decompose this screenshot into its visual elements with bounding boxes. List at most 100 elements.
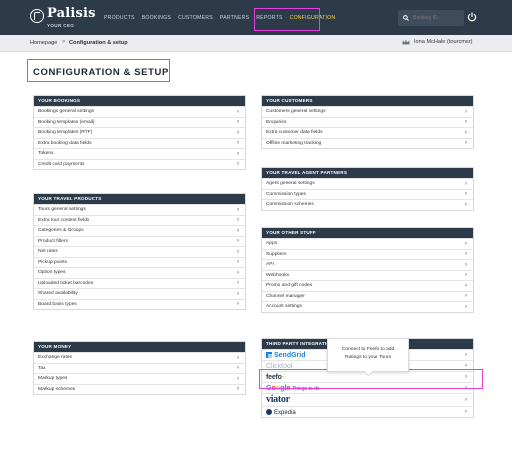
- list-item[interactable]: Apps ›: [262, 238, 473, 249]
- list-item[interactable]: Booking templates (RTF) ›: [34, 127, 245, 138]
- list-item[interactable]: Markup types ›: [34, 373, 245, 384]
- brand-logo[interactable]: Palisis YOUR CEO: [30, 6, 96, 28]
- chevron-right-icon: ›: [236, 300, 239, 307]
- chevron-right-icon: ›: [464, 350, 467, 358]
- chevron-right-icon: ›: [464, 107, 467, 115]
- list-item[interactable]: Commission schemes ›: [262, 199, 473, 210]
- list-item[interactable]: Product filters ›: [34, 235, 245, 247]
- list-item[interactable]: Account settings ›: [262, 301, 473, 312]
- palisis-logo-icon: [30, 9, 44, 23]
- integration-expedia[interactable]: Expedia ›: [262, 406, 473, 417]
- chevron-right-icon: ›: [236, 216, 239, 223]
- list-item[interactable]: Customers general settings ›: [262, 106, 473, 117]
- chevron-right-icon: ›: [464, 239, 467, 247]
- chevron-right-icon: ›: [236, 160, 239, 167]
- chevron-right-icon: ›: [236, 353, 239, 361]
- panel-title: YOUR MONEY: [34, 342, 245, 352]
- list-item[interactable]: Extra tour content fields ›: [34, 214, 245, 226]
- list-item[interactable]: Net rates ›: [34, 246, 245, 257]
- user-crown-icon: [402, 39, 410, 45]
- chevron-right-icon: ›: [236, 128, 239, 136]
- expedia-icon: [266, 408, 272, 415]
- feefo-tooltip: Connect to Feefo to add Ratings to your …: [327, 338, 409, 372]
- breadcrumb-home[interactable]: Homepage: [30, 40, 57, 46]
- panel-your-bookings: YOUR BOOKINGS Bookings general settings ›…: [33, 95, 246, 170]
- integration-viator[interactable]: viator ›: [262, 393, 473, 406]
- breadcrumb-separator: >: [62, 39, 66, 45]
- brand-name: Palisis: [47, 6, 96, 21]
- list-item[interactable]: Markup schemes ›: [34, 383, 245, 395]
- chevron-right-icon: ›: [236, 279, 239, 286]
- list-item[interactable]: Exchange rates ›: [34, 352, 245, 363]
- list-item[interactable]: Option types ›: [34, 267, 245, 278]
- title-highlight: [27, 59, 170, 82]
- nav-bookings[interactable]: BOOKINGS: [142, 15, 171, 21]
- list-item[interactable]: Board basis types ›: [34, 298, 245, 310]
- tooltip-line-2: Ratings to your Tours: [344, 355, 392, 360]
- list-item[interactable]: Categories & Groups ›: [34, 225, 245, 236]
- chevron-right-icon: ›: [236, 237, 239, 244]
- brand-subtitle: YOUR CEO: [47, 23, 75, 28]
- breadcrumb: Homepage > Configuration & setup Iona Mc…: [0, 35, 512, 52]
- list-item[interactable]: Bookings general settings ›: [34, 106, 245, 117]
- chevron-right-icon: ›: [236, 364, 239, 371]
- list-item[interactable]: Commission types ›: [262, 188, 473, 200]
- chevron-right-icon: ›: [236, 374, 239, 382]
- list-item[interactable]: Booking templates (email) ›: [34, 116, 245, 128]
- panel-title: YOUR TRAVEL PRODUCTS: [34, 194, 245, 204]
- chevron-right-icon: ›: [464, 179, 467, 187]
- panel-title: YOUR TRAVEL AGENT PARTNERS: [262, 168, 473, 178]
- list-item[interactable]: Channel manager ›: [262, 290, 473, 302]
- breadcrumb-current: Configuration & setup: [69, 40, 128, 46]
- viator-logo: viator: [266, 394, 290, 405]
- list-item[interactable]: Credit card payments ›: [34, 158, 245, 170]
- chevron-right-icon: ›: [464, 395, 467, 403]
- search-icon: [403, 15, 409, 21]
- list-item[interactable]: Shared availability ›: [34, 288, 245, 299]
- list-item[interactable]: Tours general settings ›: [34, 204, 245, 215]
- chevron-right-icon: ›: [464, 260, 467, 268]
- user-name: Iona McHale (tourcmsr): [414, 39, 473, 45]
- nav-partners[interactable]: PARTNERS: [220, 15, 249, 21]
- list-item[interactable]: Offline marketing tracking ›: [262, 137, 473, 149]
- panel-your-travel-products: YOUR TRAVEL PRODUCTS Tours general setti…: [33, 193, 246, 310]
- chevron-right-icon: ›: [464, 281, 467, 289]
- list-item[interactable]: Promo and gift codes ›: [262, 280, 473, 291]
- chevron-right-icon: ›: [464, 139, 467, 146]
- sendgrid-icon: [266, 351, 272, 358]
- nav-customers[interactable]: CUSTOMERS: [178, 15, 213, 21]
- list-item[interactable]: Enquiries ›: [262, 116, 473, 128]
- list-item[interactable]: Uploaded ticket barcodes ›: [34, 277, 245, 289]
- chevron-right-icon: ›: [236, 289, 239, 297]
- nav-products[interactable]: PRODUCTS: [104, 15, 135, 21]
- sendgrid-logo: SendGrid: [266, 351, 306, 359]
- configuration-highlight: [254, 8, 320, 31]
- booking-search[interactable]: [398, 10, 464, 26]
- user-menu[interactable]: Iona McHale (tourcmsr): [402, 39, 472, 45]
- chevron-right-icon: ›: [236, 139, 239, 146]
- list-item[interactable]: API ›: [262, 259, 473, 270]
- panel-your-money: YOUR MONEY Exchange rates › Tax › Markup t…: [33, 341, 246, 395]
- chevron-right-icon: ›: [464, 407, 467, 415]
- chevron-right-icon: ›: [464, 302, 467, 310]
- list-item[interactable]: Tax ›: [34, 362, 245, 374]
- list-item[interactable]: Webhooks ›: [262, 269, 473, 281]
- chevron-right-icon: ›: [464, 128, 467, 136]
- chevron-right-icon: ›: [464, 292, 467, 299]
- list-item[interactable]: Extra booking data fields ›: [34, 137, 245, 149]
- list-item[interactable]: Agent general settings ›: [262, 178, 473, 189]
- list-item[interactable]: Suppliers ›: [262, 248, 473, 260]
- list-item[interactable]: Tokens ›: [34, 148, 245, 159]
- list-item[interactable]: Extra customer data fields ›: [262, 127, 473, 138]
- power-icon[interactable]: [467, 12, 477, 22]
- panel-title: YOUR CUSTOMERS: [262, 96, 473, 106]
- chevron-right-icon: ›: [236, 385, 239, 392]
- chevron-right-icon: ›: [236, 226, 239, 234]
- list-item[interactable]: Pickup points ›: [34, 256, 245, 268]
- chevron-right-icon: ›: [236, 107, 239, 115]
- panel-title: YOUR BOOKINGS: [34, 96, 245, 106]
- tooltip-line-1: Connect to Feefo to add: [341, 347, 395, 352]
- chevron-right-icon: ›: [236, 118, 239, 125]
- chevron-right-icon: ›: [236, 205, 239, 213]
- booking-id-input[interactable]: [413, 15, 463, 21]
